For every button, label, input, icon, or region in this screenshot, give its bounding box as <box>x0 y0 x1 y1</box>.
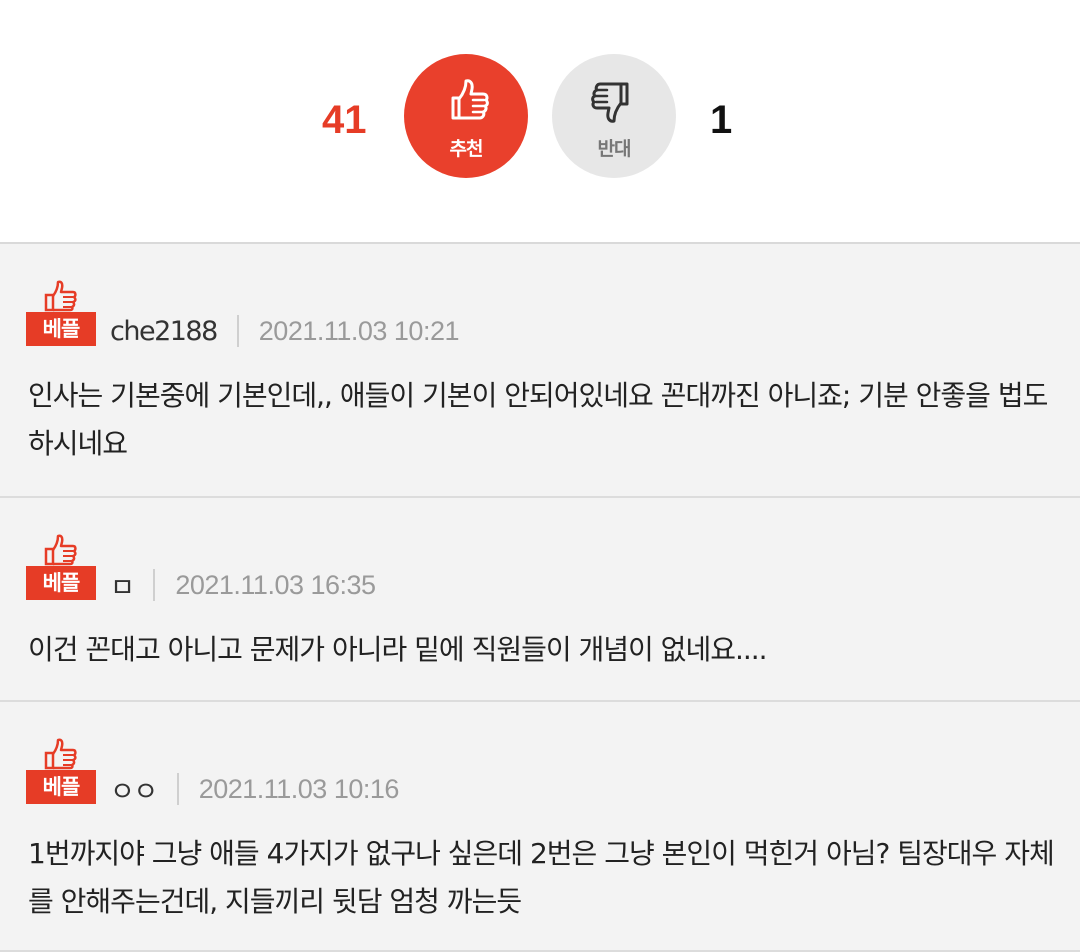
comment-meta: che2188 2021.11.03 10:21 <box>110 314 459 348</box>
recommend-count: 41 <box>322 98 367 142</box>
comment-date: 2021.11.03 10:21 <box>258 315 460 346</box>
best-comment-badge: 베플 <box>26 738 96 804</box>
comment-text: 인사는 기본중에 기본인데,, 애들이 기본이 안되어있네요 꼰대까진 아니죠;… <box>28 379 1048 460</box>
comment-meta: ㅁ 2021.11.03 16:35 <box>110 566 376 605</box>
thumbs-up-icon <box>44 280 77 312</box>
thumbs-down-icon <box>591 82 629 123</box>
oppose-button[interactable]: 반대 <box>552 54 676 178</box>
oppose-count: 1 <box>710 98 733 142</box>
divider <box>153 569 156 601</box>
recommend-label: 추천 <box>449 137 484 160</box>
comment-text: 1번까지야 그냥 애들 4가지가 없구나 싶은데 2번은 그냥 본인이 먹힌거 … <box>28 837 1055 918</box>
comment-username[interactable]: che2188 <box>110 316 218 347</box>
thumbs-up-icon <box>44 534 77 566</box>
oppose-label: 반대 <box>597 137 632 160</box>
thumbs-up-icon <box>44 738 77 770</box>
comment-username[interactable]: ㅇㅇ <box>110 770 158 809</box>
comment-item: 베플 ㅇㅇ 2021.11.03 10:16 1번까지야 그냥 애들 4가지가 … <box>0 702 1080 952</box>
best-comment-label: 베플 <box>26 770 96 804</box>
comment-meta: ㅇㅇ 2021.11.03 10:16 <box>110 770 400 809</box>
comment-item: 베플 ㅁ 2021.11.03 16:35 이건 꼰대고 아니고 문제가 아니라… <box>0 498 1080 702</box>
divider <box>176 773 179 805</box>
divider <box>236 315 239 347</box>
best-comment-badge: 베플 <box>26 534 96 600</box>
comment-username[interactable]: ㅁ <box>110 566 135 605</box>
best-comment-label: 베플 <box>26 312 96 346</box>
comment-date: 2021.11.03 10:16 <box>198 773 400 804</box>
best-comment-label: 베플 <box>26 566 96 600</box>
thumbs-up-icon <box>451 78 489 119</box>
comment-item: 베플 che2188 2021.11.03 10:21 인사는 기본중에 기본인… <box>0 244 1080 498</box>
recommend-button[interactable]: 추천 <box>404 54 528 178</box>
vote-area: 41 추천 반대 1 <box>0 0 1080 244</box>
comment-date: 2021.11.03 16:35 <box>175 569 376 600</box>
comment-text: 이건 꼰대고 아니고 문제가 아니라 밑에 직원들이 개념이 없네요.... <box>28 633 768 666</box>
best-comment-badge: 베플 <box>26 280 96 346</box>
